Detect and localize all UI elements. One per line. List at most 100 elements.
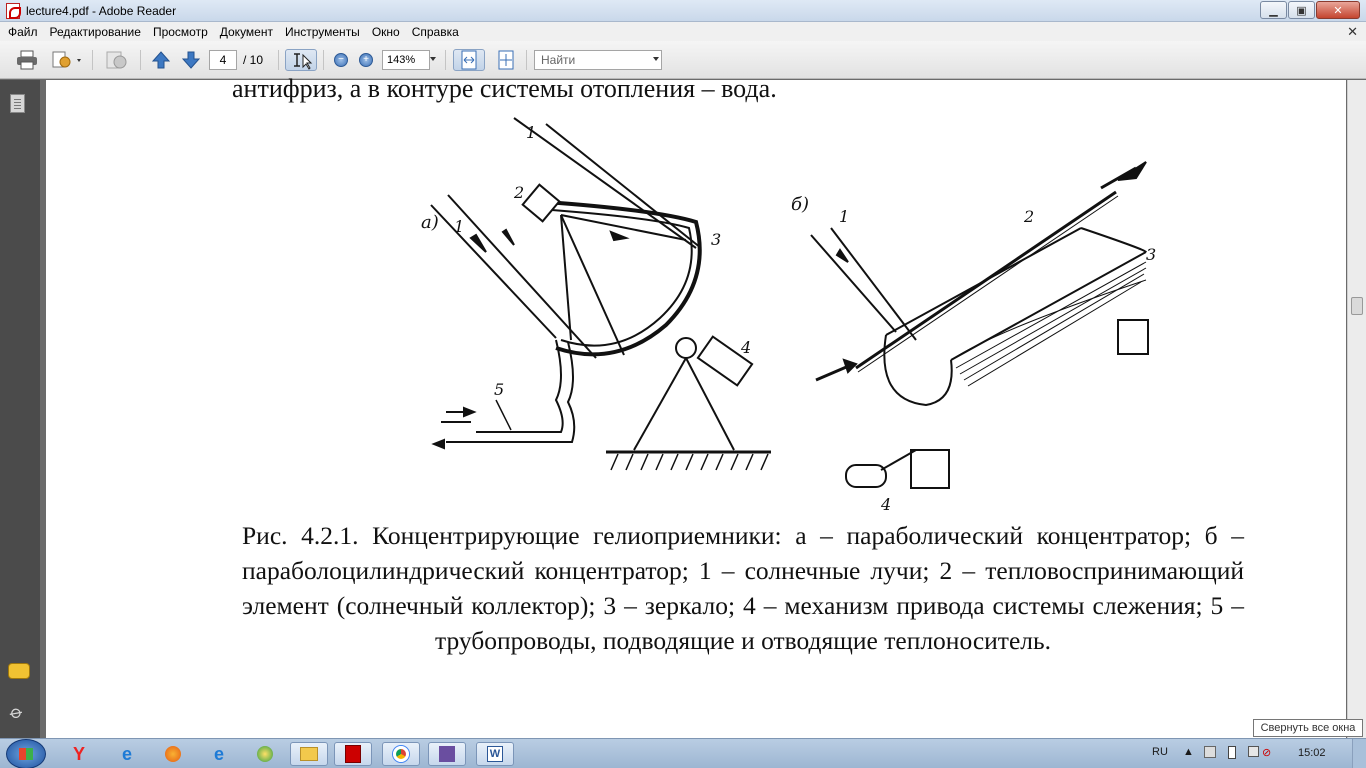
flag-icon — [1248, 746, 1259, 757]
taskbar: Y e e W RU ▲ ⊘ 15:02 — [0, 738, 1366, 768]
page-total: / 10 — [243, 53, 264, 67]
tray-battery-icon[interactable] — [1228, 746, 1236, 762]
figure-label-b: б) — [791, 194, 809, 215]
printer-icon — [17, 50, 37, 70]
tray-volume-icon[interactable]: ⊘ — [1262, 746, 1271, 759]
comments-icon[interactable] — [8, 663, 30, 679]
taskbar-ie-2[interactable]: e — [200, 742, 238, 766]
window-title: lecture4.pdf - Adobe Reader — [26, 4, 177, 18]
taskbar-yandex[interactable]: Y — [60, 742, 98, 766]
visual-studio-icon — [439, 746, 455, 762]
yandex-icon: Y — [72, 743, 85, 764]
plus-icon: + — [359, 53, 373, 67]
window-controls: ▁ ▣ ✕ — [1260, 1, 1360, 19]
find-dropdown-icon[interactable] — [653, 57, 659, 61]
menu-file[interactable]: Файл — [2, 25, 44, 39]
select-tool-button[interactable] — [285, 49, 317, 71]
fit-page-button[interactable] — [493, 49, 519, 71]
figure-label-a-3: 3 — [711, 230, 721, 249]
start-button[interactable] — [6, 739, 46, 768]
figure-label-b-1: 1 — [839, 207, 849, 226]
volume-muted-icon: ⊘ — [1262, 747, 1272, 759]
chrome-icon — [393, 746, 409, 762]
fit-width-icon — [461, 50, 477, 70]
menu-view[interactable]: Просмотр — [147, 25, 214, 39]
clock[interactable]: 15:02 — [1298, 747, 1326, 759]
scrollbar-thumb[interactable] — [1351, 297, 1363, 315]
menu-bar: Файл Редактирование Просмотр Документ Ин… — [0, 22, 1366, 41]
taskbar-app[interactable] — [246, 742, 284, 766]
adobe-reader-icon — [345, 745, 361, 763]
find-input[interactable]: Найти — [534, 50, 662, 70]
toolbar-separator — [323, 50, 324, 70]
page-number-input[interactable]: 4 — [209, 50, 237, 70]
show-desktop-button[interactable] — [1352, 739, 1366, 768]
ie-icon: e — [121, 743, 132, 764]
sign-button[interactable] — [103, 49, 129, 71]
menu-document[interactable]: Документ — [214, 25, 279, 39]
toolbar-separator — [278, 50, 279, 70]
pdf-page: антифриз, а в контуре системы отопления … — [46, 74, 1346, 740]
taskbar-ie[interactable]: e — [108, 742, 146, 766]
folder-icon — [300, 747, 318, 761]
navigation-pane: ⌀ — [0, 80, 40, 738]
taskbar-explorer[interactable] — [290, 742, 328, 766]
toolbar-separator — [92, 50, 93, 70]
figure-label-b-3: 3 — [1146, 245, 1156, 264]
taskbar-visual-studio[interactable] — [428, 742, 466, 766]
next-page-button[interactable] — [180, 49, 202, 71]
figure-label-a-5: 5 — [494, 380, 504, 399]
menu-help[interactable]: Справка — [406, 25, 465, 39]
adobe-reader-icon — [6, 3, 21, 19]
share-button[interactable] — [48, 49, 84, 71]
zoom-dropdown-icon[interactable] — [430, 57, 436, 61]
tray-flag-icon[interactable] — [1248, 746, 1259, 760]
share-icon — [52, 51, 81, 68]
menu-tools[interactable]: Инструменты — [279, 25, 366, 39]
zoom-level-field[interactable]: 143% — [382, 50, 430, 70]
tray-expand-icon[interactable]: ▲ — [1183, 746, 1194, 758]
minimize-button[interactable]: ▁ — [1260, 1, 1287, 19]
paperclip-icon[interactable]: ⌀ — [6, 701, 27, 724]
ie-icon: e — [213, 743, 224, 764]
taskbar-adobe-reader[interactable] — [334, 742, 372, 766]
figure-label-a-2: 2 — [513, 183, 524, 202]
maximize-button[interactable]: ▣ — [1288, 1, 1315, 19]
zoom-in-button[interactable]: + — [357, 49, 375, 71]
vertical-scrollbar[interactable] — [1347, 80, 1366, 738]
print-button[interactable] — [14, 49, 40, 71]
word-icon: W — [487, 746, 503, 762]
document-viewport: антифриз, а в контуре системы отопления … — [40, 74, 1347, 740]
page-thumbnails-icon[interactable] — [10, 94, 25, 113]
minus-icon: − — [334, 53, 348, 67]
menu-window[interactable]: Окно — [366, 25, 406, 39]
taskbar-firefox[interactable] — [154, 742, 192, 766]
show-desktop-tooltip: Свернуть все окна — [1253, 719, 1363, 737]
toolbar-separator — [445, 50, 446, 70]
previous-page-button[interactable] — [150, 49, 172, 71]
fit-page-icon — [498, 50, 514, 70]
language-indicator[interactable]: RU — [1152, 746, 1168, 758]
text-cursor-icon — [294, 53, 313, 70]
figure-label-a-1-top: 1 — [526, 123, 536, 142]
figure-caption: Рис. 4.2.1. Концентрирующие гелиоприемни… — [242, 521, 1244, 655]
zoom-out-button[interactable]: − — [332, 49, 350, 71]
menu-edit[interactable]: Редактирование — [44, 25, 147, 39]
firefox-icon — [165, 746, 181, 762]
arrow-down-icon — [181, 51, 201, 69]
close-button[interactable]: ✕ — [1316, 1, 1360, 19]
page-top-line: антифриз, а в контуре системы отопления … — [232, 74, 777, 103]
taskbar-word[interactable]: W — [476, 742, 514, 766]
figure-label-b-4: 4 — [880, 495, 891, 510]
figure-label-a: а) — [421, 212, 439, 233]
sign-icon — [106, 51, 127, 69]
concentrators-figure: а) 2 1 3 1 4 5 б) 1 2 3 4 — [421, 117, 1156, 510]
arrow-up-icon — [151, 51, 171, 69]
battery-icon — [1228, 746, 1236, 759]
taskbar-chrome[interactable] — [382, 742, 420, 766]
close-document-icon[interactable]: ✕ — [1347, 24, 1358, 40]
figure-label-a-4: 4 — [740, 338, 751, 357]
tray-network-icon[interactable] — [1204, 746, 1216, 761]
figure-label-b-2: 2 — [1023, 207, 1034, 226]
scrolling-mode-button[interactable] — [453, 49, 485, 71]
